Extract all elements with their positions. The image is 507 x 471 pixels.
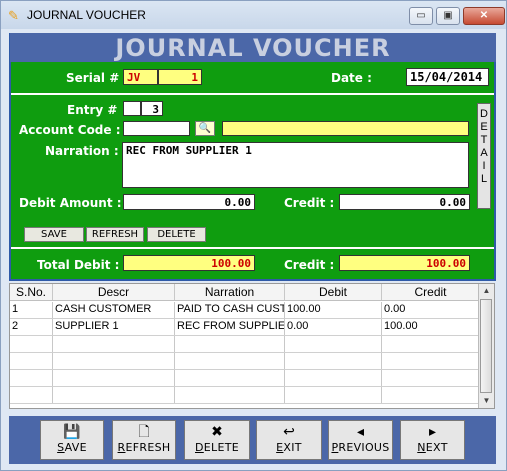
column-header-narration[interactable]: Narration [175,284,285,300]
cell-credit: 0.00 [382,302,480,318]
serial-prefix-field[interactable]: JV [123,69,158,85]
next-button-label: NEXT [417,441,448,454]
maximize-button[interactable]: ▣ [436,7,460,25]
delete-x-icon: ✖ [211,424,223,440]
column-header-debit[interactable]: Debit [285,284,382,300]
delete-button-label: DELETE [195,441,239,454]
date-label: Date : [331,71,372,85]
serial-label: Serial # [66,71,120,85]
detail-letter: E [480,121,488,133]
table-row[interactable]: 2 SUPPLIER 1 REC FROM SUPPLIER 1 0.00 10… [10,319,480,336]
save-button-label: SAVE [57,441,87,454]
table-row[interactable]: 1 CASH CUSTOMER PAID TO CASH CUSTO 100.0… [10,302,480,319]
close-button[interactable]: ✕ [463,7,505,25]
entry-prefix-field [123,101,141,116]
credit-label: Credit : [284,196,335,210]
account-name-field[interactable] [222,121,469,136]
arrow-right-icon: ▸ [428,424,437,440]
total-credit-field: 100.00 [339,255,470,271]
cell-narration: PAID TO CASH CUSTO [175,302,285,318]
save-button[interactable]: 💾 SAVE [40,420,104,460]
delete-button[interactable]: ✖ DELETE [184,420,250,460]
divider [11,247,494,249]
cell-debit: 100.00 [285,302,382,318]
entry-number-field[interactable]: 3 [141,101,163,116]
debit-amount-label: Debit Amount : [19,196,122,210]
date-field[interactable]: 15/04/2014 [406,68,489,86]
detail-letter: D [480,108,488,120]
window-title: JOURNAL VOUCHER [27,8,146,22]
table-row-empty [10,387,480,404]
document-icon: 🗋 [138,424,150,440]
detail-letter: L [480,173,488,185]
exit-button-label: EXIT [276,441,302,454]
scroll-up-icon[interactable]: ▲ [479,284,494,298]
detail-letter: T [480,134,488,146]
divider [11,93,494,95]
account-code-label: Account Code : [19,123,121,137]
column-header-credit[interactable]: Credit [382,284,480,300]
table-header: S.No. Descr Narration Debit Credit [10,284,480,301]
floppy-disk-icon: 💾 [63,424,81,440]
previous-button[interactable]: ◂ PREVIOUS [328,420,393,460]
cell-narration: REC FROM SUPPLIER 1 [175,319,285,335]
exit-icon: ↩ [283,424,295,440]
title-bar: ✎ JOURNAL VOUCHER ▭ ▣ ✕ [1,1,506,29]
voucher-lines-table[interactable]: S.No. Descr Narration Debit Credit 1 CAS… [9,283,495,409]
page-title: JOURNAL VOUCHER [10,33,496,62]
entry-delete-button[interactable]: DELETE [147,227,206,242]
narration-field[interactable]: REC FROM SUPPLIER 1 [122,142,469,188]
arrow-left-icon: ◂ [356,424,365,440]
total-debit-label: Total Debit : [37,258,120,272]
table-row-empty [10,336,480,353]
cell-sno: 1 [10,302,53,318]
column-header-descr[interactable]: Descr [53,284,175,300]
cell-descr: CASH CUSTOMER [53,302,175,318]
entry-label: Entry # [67,103,118,117]
cell-descr: SUPPLIER 1 [53,319,175,335]
debit-amount-field[interactable]: 0.00 [123,194,255,210]
refresh-button-label: REFRESH [117,441,171,454]
table-row-empty [10,353,480,370]
cell-debit: 0.00 [285,319,382,335]
cell-sno: 2 [10,319,53,335]
column-header-sno[interactable]: S.No. [10,284,53,300]
narration-label: Narration : [45,144,119,158]
detail-letter: A [480,147,488,159]
next-button[interactable]: ▸ NEXT [400,420,465,460]
total-credit-label: Credit : [284,258,335,272]
detail-button[interactable]: D E T A I L [477,103,491,209]
detail-letter: I [482,160,486,172]
minimize-button[interactable]: ▭ [409,7,433,25]
account-code-field[interactable] [123,121,190,136]
entry-save-button[interactable]: SAVE [24,227,84,242]
table-row-empty [10,370,480,387]
serial-number-field[interactable]: 1 [158,69,202,85]
cell-credit: 100.00 [382,319,480,335]
credit-amount-field[interactable]: 0.00 [339,194,470,210]
scroll-down-icon[interactable]: ▼ [479,394,494,408]
previous-button-label: PREVIOUS [331,441,390,454]
entry-refresh-button[interactable]: REFRESH [86,227,144,242]
search-icon[interactable]: 🔍 [195,121,215,136]
exit-button[interactable]: ↩ EXIT [256,420,322,460]
refresh-button[interactable]: 🗋 REFRESH [112,420,176,460]
app-icon: ✎ [8,8,19,23]
bottom-toolbar: 💾 SAVE 🗋 REFRESH ✖ DELETE ↩ EXIT ◂ PREVI… [9,416,496,464]
total-debit-field: 100.00 [123,255,255,271]
scroll-thumb[interactable] [480,299,492,393]
vertical-scrollbar[interactable]: ▲ ▼ [478,284,494,408]
